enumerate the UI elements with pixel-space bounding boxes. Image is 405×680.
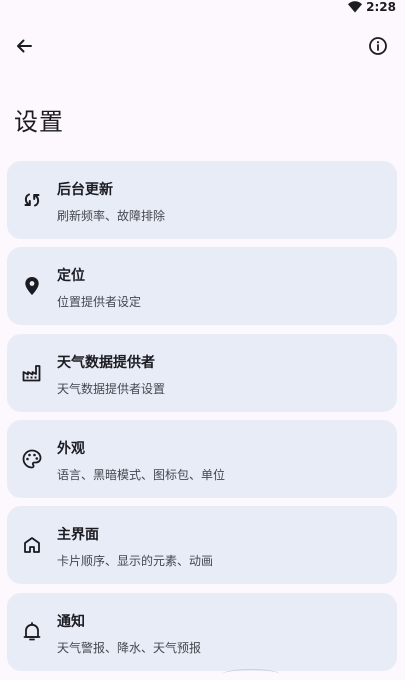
status-bar: 2:28 bbox=[0, 0, 405, 20]
page-title: 设置 bbox=[14, 108, 64, 136]
settings-item-subtitle: 天气数据提供者设置 bbox=[57, 382, 166, 396]
settings-item-title: 外观 bbox=[57, 441, 85, 457]
bell-icon bbox=[21, 621, 43, 643]
settings-item-weather-provider[interactable]: 天气数据提供者 天气数据提供者设置 bbox=[7, 334, 397, 412]
info-button[interactable] bbox=[364, 32, 392, 60]
settings-item-title: 主界面 bbox=[57, 527, 99, 543]
back-button[interactable] bbox=[10, 32, 38, 60]
settings-item-title: 天气数据提供者 bbox=[57, 355, 155, 371]
settings-item-subtitle: 刷新频率、故障排除 bbox=[57, 209, 166, 223]
status-time: 2:28 bbox=[366, 0, 396, 14]
wifi-icon bbox=[348, 1, 363, 13]
settings-item-subtitle: 天气警报、降水、天气预报 bbox=[57, 641, 202, 655]
settings-item-title: 后台更新 bbox=[57, 182, 113, 198]
location-pin-icon bbox=[21, 275, 43, 297]
settings-item-subtitle: 卡片顺序、显示的元素、动画 bbox=[57, 554, 214, 568]
home-icon bbox=[21, 534, 43, 556]
settings-item-title: 定位 bbox=[57, 268, 85, 284]
settings-item-main-screen[interactable]: 主界面 卡片顺序、显示的元素、动画 bbox=[7, 506, 397, 584]
settings-item-subtitle: 语言、黑暗模式、图标包、单位 bbox=[57, 468, 226, 482]
info-icon bbox=[369, 37, 387, 55]
settings-item-background-update[interactable]: 后台更新 刷新频率、故障排除 bbox=[7, 161, 397, 239]
settings-item-appearance[interactable]: 外观 语言、黑暗模式、图标包、单位 bbox=[7, 420, 397, 498]
status-indicators: 2:28 bbox=[348, 0, 396, 14]
sync-icon bbox=[21, 189, 43, 211]
arrow-back-icon bbox=[17, 39, 32, 53]
settings-item-location[interactable]: 定位 位置提供者设定 bbox=[7, 247, 397, 325]
settings-item-subtitle: 位置提供者设定 bbox=[57, 295, 142, 309]
top-app-bar bbox=[0, 30, 405, 62]
factory-icon bbox=[21, 362, 43, 384]
palette-icon bbox=[21, 448, 43, 470]
settings-item-notifications[interactable]: 通知 天气警报、降水、天气预报 bbox=[7, 593, 397, 671]
settings-item-title: 通知 bbox=[57, 614, 85, 630]
scroll-edge-decoration bbox=[222, 669, 280, 680]
